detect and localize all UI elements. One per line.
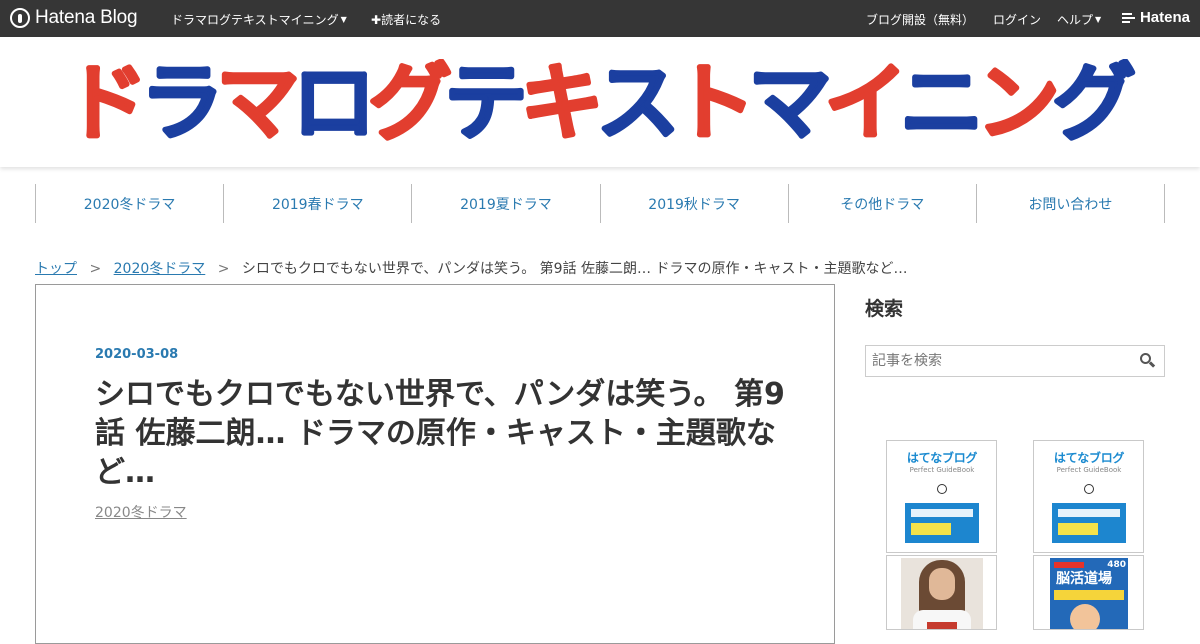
plus-icon: ✚	[371, 13, 382, 27]
contact-link[interactable]: お問い合わせ	[975, 184, 1166, 223]
category-link-2019-summer[interactable]: 2019夏ドラマ	[411, 184, 599, 223]
hatena-blog-logo-text: Hatena Blog	[35, 7, 138, 28]
hatena-blog-logo-icon	[937, 484, 947, 494]
book-title: はてなブログ	[1053, 451, 1125, 465]
create-blog-link[interactable]: ブログ開設（無料）	[866, 11, 974, 28]
category-link-2019-autumn[interactable]: 2019秋ドラマ	[599, 184, 788, 223]
login-link[interactable]: ログイン	[993, 11, 1041, 28]
entry-title[interactable]: シロでもクロでもない世界で、パンダは笑う。 第9話 佐藤二朗… ドラマの原作・キ…	[95, 375, 785, 492]
blog-menu-dropdown[interactable]: ドラマログテキストマイニング ▼	[171, 11, 347, 28]
blog-title-banner[interactable]: ド ラ マ ロ グ テ キ ス ト マ イ ニ ン グ	[60, 59, 1140, 149]
hatena-blog-logo[interactable]: Hatena Blog	[10, 7, 138, 29]
hatena-blog-logo-icon	[10, 8, 30, 28]
banner-char-7: キ	[520, 59, 604, 149]
hatena-brand-link[interactable]: Hatena	[1121, 9, 1190, 26]
entry-date[interactable]: 2020-03-08	[95, 347, 178, 362]
hatena-global-header: Hatena Blog ドラマログテキストマイニング ▼ ✚読者になる ブログ開設…	[0, 0, 1200, 37]
article-entry: 2020-03-08 シロでもクロでもない世界で、パンダは笑う。 第9話 佐藤二…	[35, 284, 835, 644]
banner-char-6: テ	[444, 59, 528, 149]
ad-thumbnail-fashion[interactable]	[886, 555, 997, 630]
hatena-brand-text: Hatena	[1139, 9, 1190, 26]
search-icon[interactable]	[1140, 353, 1156, 369]
banner-char-3: マ	[216, 59, 300, 149]
breadcrumb: トップ > 2020冬ドラマ > シロでもクロでもない世界で、パンダは笑う。 第…	[35, 258, 945, 278]
category-nav: 2020冬ドラマ 2019春ドラマ 2019夏ドラマ 2019秋ドラマ その他ド…	[35, 184, 1166, 223]
banner-char-8: ス	[596, 59, 680, 149]
breadcrumb-home-link[interactable]: トップ	[35, 261, 77, 277]
banner-char-14: グ	[1052, 59, 1136, 149]
magazine-cover: 480 脳活道場	[1050, 558, 1128, 629]
banner-char-4: ロ	[292, 59, 376, 149]
help-dropdown[interactable]: ヘルプ ▼	[1057, 11, 1101, 28]
banner-char-11: イ	[824, 59, 908, 149]
ad-thumbnail-book-2[interactable]: はてなブログ Perfect GuideBook	[1033, 440, 1144, 553]
category-link-2020-winter[interactable]: 2020冬ドラマ	[35, 184, 223, 223]
banner-char-13: ン	[976, 59, 1060, 149]
ad-thumbnail-book-1[interactable]: はてなブログ Perfect GuideBook	[886, 440, 997, 553]
search-form	[865, 345, 1165, 377]
banner-char-10: マ	[748, 59, 832, 149]
book-cover: はてなブログ Perfect GuideBook	[1050, 445, 1128, 549]
search-module-title: 検索	[865, 298, 904, 320]
banner-char-9: ト	[672, 59, 756, 149]
chevron-down-icon: ▼	[1095, 15, 1102, 24]
breadcrumb-separator: >	[217, 261, 230, 277]
book-subtitle: Perfect GuideBook	[909, 466, 975, 474]
help-label: ヘルプ	[1057, 13, 1094, 27]
subscribe-label: 読者になる	[381, 13, 442, 27]
book-subtitle: Perfect GuideBook	[1056, 466, 1122, 474]
blog-header: ド ラ マ ロ グ テ キ ス ト マ イ ニ ン グ	[0, 37, 1200, 167]
magazine-title: 脳活道場	[1056, 571, 1112, 587]
breadcrumb-current: シロでもクロでもない世界で、パンダは笑う。 第9話 佐藤二朗… ドラマの原作・キ…	[241, 261, 908, 277]
banner-char-5: グ	[368, 59, 452, 149]
banner-char-2: ラ	[140, 59, 224, 149]
fashion-photo	[901, 558, 983, 629]
category-link-other[interactable]: その他ドラマ	[787, 184, 976, 223]
search-input[interactable]	[866, 346, 1126, 376]
hatena-mark-icon	[1121, 12, 1135, 23]
hatena-blog-logo-icon	[1084, 484, 1094, 494]
book-cover-band	[1052, 503, 1126, 543]
category-link-2019-spring[interactable]: 2019春ドラマ	[223, 184, 411, 223]
entry-category-link[interactable]: 2020冬ドラマ	[95, 502, 187, 522]
banner-char-1: ド	[64, 59, 148, 149]
book-title: はてなブログ	[906, 451, 978, 465]
banner-char-12: ニ	[900, 59, 984, 149]
book-cover-band	[905, 503, 979, 543]
book-cover: はてなブログ Perfect GuideBook	[903, 445, 981, 549]
ad-thumbnail-magazine[interactable]: 480 脳活道場	[1033, 555, 1144, 630]
breadcrumb-separator: >	[89, 261, 102, 277]
blog-menu-label: ドラマログテキストマイニング	[171, 13, 339, 27]
chevron-down-icon: ▼	[340, 15, 347, 24]
breadcrumb-category-link[interactable]: 2020冬ドラマ	[114, 261, 206, 277]
subscribe-button[interactable]: ✚読者になる	[371, 11, 441, 28]
